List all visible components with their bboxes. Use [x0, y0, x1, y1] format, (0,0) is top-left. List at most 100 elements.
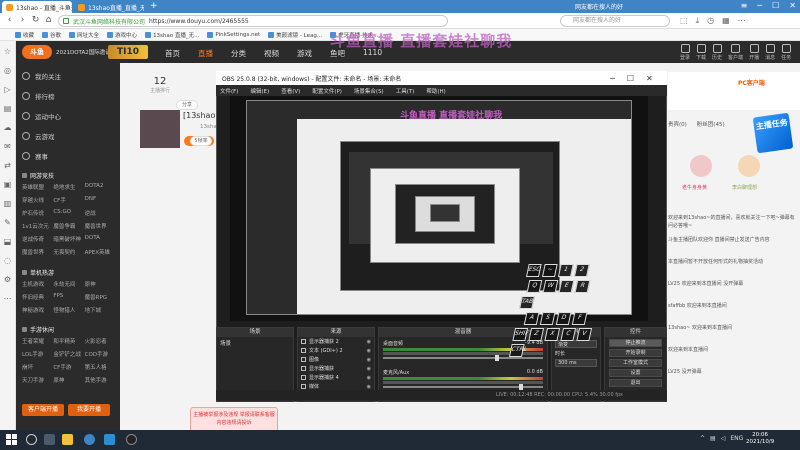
header-history[interactable]: 历史 [712, 44, 722, 61]
windows-start-icon[interactable] [6, 434, 17, 445]
sidebar-category-item[interactable]: 主机游戏 [22, 280, 53, 288]
more-icon[interactable]: ⋯ [738, 16, 746, 26]
sidebar-category-item[interactable]: 和平精英 [53, 337, 84, 345]
minimize-icon[interactable]: ─ [610, 74, 615, 83]
sidebar-item-rank[interactable]: 排行榜 [22, 91, 55, 101]
sidebar-item-sports[interactable]: 运动中心 [22, 111, 61, 121]
sidebar-category-item[interactable]: 逆战传奇 [22, 235, 53, 243]
sidebar-category-item[interactable]: 金铲铲之战 [53, 350, 84, 358]
star-icon[interactable]: ☆ [4, 47, 11, 56]
notes-icon[interactable]: ▤ [4, 104, 12, 113]
sidebar-category-item[interactable]: DOTA2 [85, 183, 116, 191]
share-button[interactable]: 分享 [176, 100, 198, 110]
sidebar-item-cloudgame[interactable]: 云游戏 [22, 131, 55, 141]
video-icon[interactable]: ▷ [4, 85, 10, 94]
calendar-icon[interactable]: ▥ [4, 199, 12, 208]
language-indicator[interactable]: ENG [730, 435, 743, 442]
nav-category[interactable]: 分类 [231, 48, 246, 59]
app-icon[interactable] [104, 434, 115, 445]
obs-menu-item[interactable]: 配置文件(P) [312, 87, 342, 95]
browser-tab[interactable]: 13shao直播_直播_无弹幕 ✕ [74, 1, 144, 13]
maximize-icon[interactable]: ☐ [772, 1, 779, 10]
sidebar-category-item[interactable]: 逆战 [85, 209, 116, 217]
obs-menu-item[interactable]: 编辑(E) [250, 87, 269, 95]
sidebar-category-item[interactable]: 天刀手游 [22, 376, 53, 384]
source-item[interactable]: 显示器捕获 ◉ [298, 364, 374, 373]
sidebar-category-item[interactable]: COD手游 [85, 350, 116, 358]
obs-menu-item[interactable]: 查看(V) [281, 87, 300, 95]
bookmark-item[interactable]: 收藏 [15, 31, 34, 39]
avatar[interactable] [690, 155, 712, 177]
sidebar-category-item[interactable]: 怪物猎人 [53, 306, 84, 314]
search-icon[interactable] [26, 434, 37, 445]
menu-icon[interactable]: ≡ [741, 1, 748, 10]
forward-icon[interactable]: › [17, 15, 28, 26]
stop-stream-button[interactable]: 停止推流 [609, 339, 662, 347]
sidebar-category-item[interactable]: 崩坏 [22, 363, 53, 371]
sidebar-category-item[interactable]: 怀旧经典 [22, 293, 53, 301]
bookmark-item[interactable]: 谷歌 [42, 31, 61, 39]
visibility-eye-icon[interactable]: ◉ [367, 384, 371, 390]
browser-promo-text[interactable]: 网友都在搜人的好 [575, 2, 623, 11]
header-download[interactable]: 下载 [696, 44, 706, 61]
rank-box[interactable]: 12 主播排行 [140, 76, 180, 94]
bookmark-item[interactable]: 13shao 直播_无... [145, 31, 199, 39]
cloud-icon[interactable]: ☁ [4, 123, 12, 132]
obs-icon[interactable] [126, 434, 137, 445]
nav-video[interactable]: 视频 [264, 48, 279, 59]
sidebar-category-item[interactable]: LOL手游 [22, 350, 53, 358]
source-item[interactable]: 文本 (GDI+) 2 ◉ [298, 346, 374, 355]
nav-games[interactable]: 游戏 [297, 48, 312, 59]
sidebar-category-item[interactable]: 魔兽世界 [85, 222, 116, 230]
settings-icon[interactable]: ⚙ [4, 275, 11, 284]
volume-icon[interactable]: ◁ [721, 435, 726, 442]
sidebar-category-item[interactable]: 王者荣耀 [22, 337, 53, 345]
game-icon[interactable]: ◎ [4, 66, 11, 75]
file-explorer-icon[interactable] [62, 434, 73, 445]
close-icon[interactable]: ✕ [646, 74, 653, 83]
bookmark-item[interactable]: PinkSettings.net [207, 31, 260, 38]
browser-search-input[interactable]: 网友都在搜人的好 [560, 15, 670, 27]
browser-tab-active[interactable]: 13shao - 直播_斗鱼无限画质_无弹幕 ✕ [2, 1, 72, 13]
sidebar-category-item[interactable]: DOTA [85, 235, 116, 243]
sidebar-category-item[interactable]: 魔兽争霸 [53, 222, 84, 230]
sidebar-category-item[interactable]: 暗黑破坏神 [53, 235, 84, 243]
source-item[interactable]: 图像 ◉ [298, 355, 374, 364]
source-item[interactable]: 显示器捕获 2 ◉ [298, 337, 374, 346]
sidebar-category-item[interactable]: FPS [53, 293, 84, 301]
grid-icon[interactable]: ▦ [722, 16, 730, 26]
anchor-avatar[interactable] [140, 110, 180, 148]
client-broadcast-button[interactable]: 客户端开播 [22, 404, 64, 416]
close-icon[interactable]: ✕ [789, 1, 796, 10]
history-icon[interactable]: ◷ [707, 16, 714, 26]
sidebar-category-item[interactable]: 英雄联盟 [22, 183, 53, 191]
task-view-icon[interactable] [44, 434, 55, 445]
sidebar-category-item[interactable]: 原神 [85, 280, 116, 288]
sidebar-category-item[interactable]: 原神 [53, 376, 84, 384]
obs-menu-item[interactable]: 工具(T) [396, 87, 415, 95]
start-record-button[interactable]: 开始录制 [609, 349, 662, 357]
chat-icon[interactable]: ◌ [4, 256, 11, 265]
sidebar-category-item[interactable]: CF手游 [53, 363, 84, 371]
sidebar-category-item[interactable]: APEX英雄 [85, 248, 116, 256]
obs-menu-item[interactable]: 文件(F) [220, 87, 238, 95]
download-icon[interactable]: ⤓ [696, 16, 700, 26]
visibility-eye-icon[interactable]: ◉ [367, 339, 371, 345]
sidebar-category-item[interactable]: DNF [85, 196, 116, 204]
start-broadcast-button[interactable]: 我要开播 [68, 404, 110, 416]
sidebar-category-item[interactable]: 永劫无间 [53, 280, 84, 288]
sidebar-item-esports[interactable]: 赛事 [22, 151, 48, 161]
sidebar-category-item[interactable]: 第五人格 [85, 363, 116, 371]
frame-button[interactable]: 5帧率 [190, 136, 212, 146]
network-icon[interactable]: ▤ [710, 435, 716, 442]
new-tab-button[interactable]: + [150, 1, 158, 11]
exit-button[interactable]: 退出 [609, 379, 662, 387]
bookmark-item[interactable]: 美颜滤镜 - Leag... [268, 31, 322, 39]
ti10-logo[interactable]: TI10 [108, 45, 148, 59]
sidebar-category-item[interactable]: CS:GO [53, 209, 84, 217]
tray-arrow-icon[interactable]: ^ [700, 435, 705, 442]
sidebar-category-item[interactable]: 其他手游 [85, 376, 116, 384]
sidebar-category-item[interactable]: 穿越火线 [22, 196, 53, 204]
avatar[interactable] [738, 155, 760, 177]
scene-item[interactable]: 场景 [217, 337, 293, 349]
